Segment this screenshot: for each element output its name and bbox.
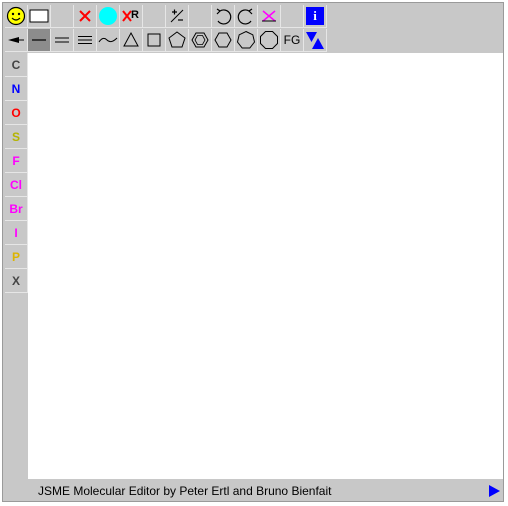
element-toolbar: C N O S F Cl Br I P X bbox=[5, 53, 28, 293]
element-button-cl[interactable]: Cl bbox=[5, 173, 28, 197]
redo-icon[interactable] bbox=[235, 5, 258, 28]
blank-slot-3 bbox=[189, 5, 212, 28]
element-label-o: O bbox=[11, 105, 21, 120]
triple-bond-icon[interactable] bbox=[74, 29, 97, 52]
r-label: R bbox=[131, 9, 139, 21]
info-label: i bbox=[306, 7, 324, 25]
mark-atom-icon[interactable] bbox=[97, 5, 120, 28]
element-button-n[interactable]: N bbox=[5, 77, 28, 101]
play-arrow-icon[interactable] bbox=[487, 484, 501, 503]
drawing-canvas[interactable] bbox=[28, 53, 503, 479]
element-button-br[interactable]: Br bbox=[5, 197, 28, 221]
element-label-cl: Cl bbox=[10, 177, 22, 192]
new-button-icon[interactable] bbox=[28, 5, 51, 28]
bond-toolbar: FG bbox=[5, 29, 327, 52]
ring-7-icon[interactable] bbox=[235, 29, 258, 52]
ring-8-icon[interactable] bbox=[258, 29, 281, 52]
element-label-p: P bbox=[11, 249, 20, 264]
blank-slot-4 bbox=[281, 5, 304, 28]
element-button-f[interactable]: F bbox=[5, 149, 28, 173]
info-icon[interactable]: i bbox=[304, 5, 327, 28]
chain-icon[interactable] bbox=[97, 29, 120, 52]
smiley-icon[interactable] bbox=[5, 5, 28, 28]
double-bond-icon[interactable] bbox=[51, 29, 74, 52]
element-label-x: X bbox=[11, 273, 20, 288]
clear-icon[interactable] bbox=[258, 5, 281, 28]
blank-slot-1 bbox=[51, 5, 74, 28]
benzene-icon[interactable] bbox=[189, 29, 212, 52]
ring-5-icon[interactable] bbox=[166, 29, 189, 52]
functional-group-button[interactable]: FG bbox=[281, 29, 304, 52]
stereo-bond-icon[interactable] bbox=[5, 29, 28, 52]
status-bar: JSME Molecular Editor by Peter Ertl and … bbox=[28, 481, 503, 501]
up-down-icon[interactable] bbox=[304, 29, 327, 52]
charge-icon[interactable] bbox=[166, 5, 189, 28]
element-button-s[interactable]: S bbox=[5, 125, 28, 149]
jsme-editor: R i FG C N O S F Cl Br I P X JSME Molecu… bbox=[2, 2, 504, 502]
element-label-f: F bbox=[12, 153, 20, 168]
ring-6-icon[interactable] bbox=[212, 29, 235, 52]
single-bond-icon[interactable] bbox=[28, 29, 51, 52]
element-label-n: N bbox=[11, 81, 21, 96]
status-text: JSME Molecular Editor by Peter Ertl and … bbox=[38, 484, 332, 498]
ring-3-icon[interactable] bbox=[120, 29, 143, 52]
delete-r-group-icon[interactable]: R bbox=[120, 5, 143, 28]
element-label-i: I bbox=[14, 225, 18, 240]
element-button-c[interactable]: C bbox=[5, 53, 28, 77]
element-label-c: C bbox=[11, 57, 21, 72]
fg-label: FG bbox=[283, 33, 301, 47]
element-button-o[interactable]: O bbox=[5, 101, 28, 125]
element-button-x[interactable]: X bbox=[5, 269, 28, 293]
top-toolbar: R i bbox=[5, 5, 327, 28]
element-label-br: Br bbox=[9, 201, 23, 216]
blank-slot-2 bbox=[143, 5, 166, 28]
ring-4-icon[interactable] bbox=[143, 29, 166, 52]
element-button-p[interactable]: P bbox=[5, 245, 28, 269]
element-label-s: S bbox=[11, 129, 20, 144]
delete-x-icon[interactable] bbox=[74, 5, 97, 28]
undo-icon[interactable] bbox=[212, 5, 235, 28]
element-button-i[interactable]: I bbox=[5, 221, 28, 245]
